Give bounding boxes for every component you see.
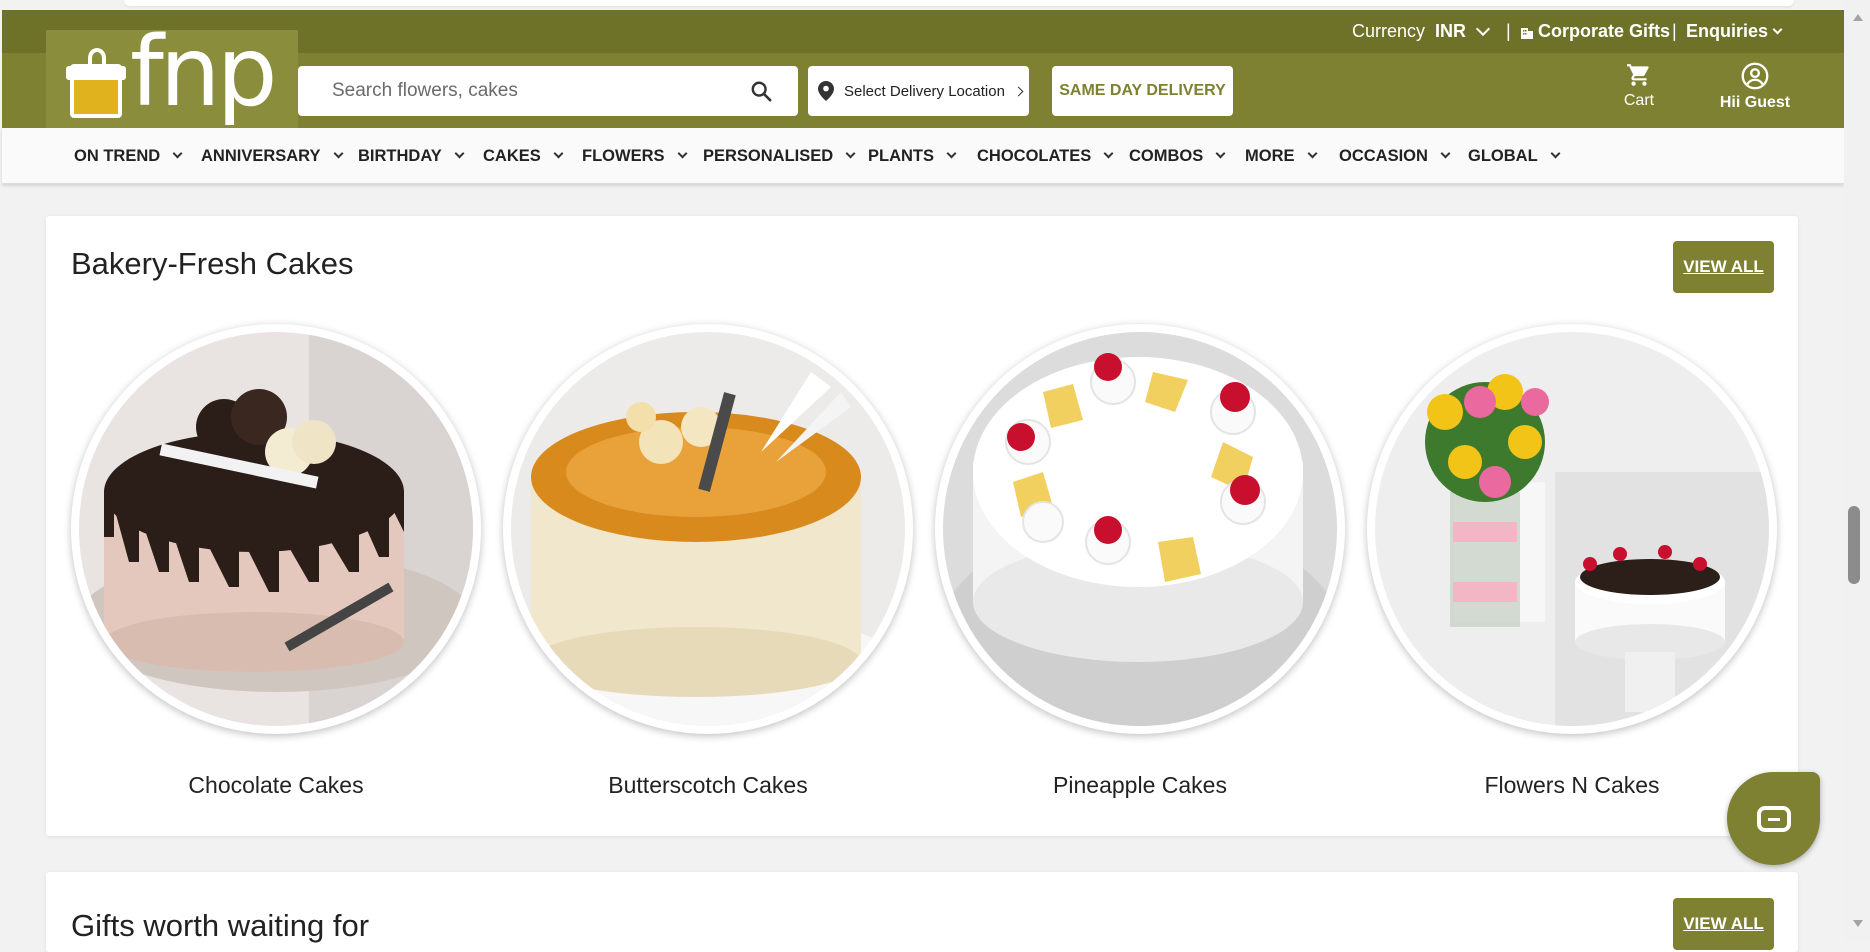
delivery-location-button[interactable]: Select Delivery Location <box>808 66 1029 116</box>
gifts-worth-waiting-section: Gifts worth waiting for VIEW ALL <box>46 872 1798 952</box>
chevron-down-icon <box>1550 148 1561 159</box>
chevron-down-icon <box>1772 24 1783 34</box>
nav-item-plants[interactable]: PLANTS <box>868 128 957 184</box>
nav-label: MORE <box>1245 147 1295 165</box>
same-day-delivery-button[interactable]: SAME DAY DELIVERY <box>1052 66 1233 116</box>
nav-label: OCCASION <box>1339 147 1428 165</box>
nav-item-birthday[interactable]: BIRTHDAY <box>358 128 465 184</box>
chat-widget-button[interactable] <box>1727 772 1820 865</box>
scroll-down-arrow-icon[interactable] <box>1853 920 1863 927</box>
bakery-fresh-cakes-section: Bakery-Fresh Cakes VIEW ALL Chocolate Ca… <box>46 216 1798 836</box>
enquiries-label: Enquiries <box>1686 21 1769 41</box>
category-card-butterscotch-cakes[interactable]: Butterscotch Cakes <box>503 324 913 799</box>
cart-icon <box>1627 64 1649 86</box>
nav-item-flowers[interactable]: FLOWERS <box>582 128 687 184</box>
nav-item-global[interactable]: GLOBAL <box>1468 128 1561 184</box>
nav-label: CAKES <box>483 147 541 165</box>
gift-lid <box>66 66 126 80</box>
building-icon <box>1521 27 1533 39</box>
chevron-down-icon <box>454 148 465 159</box>
view-all-button[interactable]: VIEW ALL <box>1673 241 1774 293</box>
category-name[interactable]: Pineapple Cakes <box>935 772 1345 799</box>
chat-icon <box>1757 806 1791 832</box>
nav-item-cakes[interactable]: CAKES <box>483 128 564 184</box>
category-image[interactable] <box>503 324 913 734</box>
cart-label: Cart <box>1623 92 1655 109</box>
scroll-up-arrow-icon[interactable] <box>1853 14 1863 21</box>
butterscotch-cake-image <box>511 332 905 726</box>
nav-label: COMBOS <box>1129 147 1204 165</box>
chevron-down-icon <box>1440 148 1451 159</box>
chevron-right-icon <box>1013 86 1024 96</box>
nav-item-personalised[interactable]: PERSONALISED <box>703 128 856 184</box>
nav-label: CHOCOLATES <box>977 147 1092 165</box>
scrollbar-thumb[interactable] <box>1848 506 1860 584</box>
view-all-button[interactable]: VIEW ALL <box>1673 898 1774 950</box>
currency-label: Currency <box>1352 21 1426 41</box>
corporate-gifts-link[interactable]: Corporate Gifts <box>1520 10 1670 53</box>
nav-item-chocolates[interactable]: CHOCOLATES <box>977 128 1114 184</box>
nav-item-more[interactable]: MORE <box>1245 128 1317 184</box>
nav-item-anniversary[interactable]: ANNIVERSARY <box>201 128 343 184</box>
main-nav: ON TREND ANNIVERSARY BIRTHDAY CAKES FLOW… <box>2 128 1844 184</box>
cart-button[interactable]: Cart <box>1618 62 1660 110</box>
currency-value: INR <box>1435 21 1467 41</box>
category-card-chocolate-cakes[interactable]: Chocolate Cakes <box>71 324 481 799</box>
scrollbar[interactable] <box>1844 0 1870 942</box>
divider: | <box>1506 21 1511 41</box>
nav-label: GLOBAL <box>1468 147 1538 165</box>
chevron-down-icon <box>946 148 957 159</box>
nav-item-combos[interactable]: COMBOS <box>1129 128 1226 184</box>
user-icon <box>1741 62 1769 90</box>
chevron-down-icon <box>845 148 856 159</box>
category-card-pineapple-cakes[interactable]: Pineapple Cakes <box>935 324 1345 799</box>
flowers-n-cakes-image <box>1375 332 1769 726</box>
category-image[interactable] <box>935 324 1345 734</box>
nav-label: PLANTS <box>868 147 934 165</box>
chevron-down-icon <box>1215 148 1226 159</box>
search-input[interactable] <box>298 66 738 116</box>
category-name[interactable]: Chocolate Cakes <box>71 772 481 799</box>
user-label: Hii Guest <box>1719 94 1791 111</box>
nav-label: PERSONALISED <box>703 147 834 165</box>
logo-text[interactable]: fnp <box>130 24 278 120</box>
category-image[interactable] <box>71 324 481 734</box>
chevron-down-icon <box>553 148 564 159</box>
divider: | <box>1672 21 1677 41</box>
chevron-down-icon <box>172 148 183 159</box>
nav-label: FLOWERS <box>582 147 665 165</box>
corporate-gifts-label: Corporate Gifts <box>1538 21 1671 41</box>
currency-selector[interactable]: Currency INR <box>1352 10 1491 53</box>
delivery-location-label: Select Delivery Location <box>844 82 1005 100</box>
category-image[interactable] <box>1367 324 1777 734</box>
location-pin-icon <box>818 81 834 101</box>
chevron-down-icon <box>1307 148 1317 159</box>
chevron-down-icon <box>1475 21 1491 36</box>
category-name[interactable]: Flowers N Cakes <box>1367 772 1777 799</box>
enquiries-dropdown[interactable]: Enquiries <box>1686 10 1783 53</box>
nav-label: BIRTHDAY <box>358 147 442 165</box>
search-icon[interactable] <box>750 80 772 102</box>
chevron-down-icon <box>1103 148 1114 159</box>
search-bar[interactable] <box>298 66 798 116</box>
account-button[interactable]: Hii Guest <box>1700 62 1810 112</box>
nav-label: ON TREND <box>74 147 161 165</box>
gift-bow <box>88 48 106 68</box>
previous-card-edge <box>124 0 1794 6</box>
nav-item-on-trend[interactable]: ON TREND <box>74 128 183 184</box>
chevron-down-icon <box>333 148 343 159</box>
pineapple-cake-image <box>943 332 1337 726</box>
category-card-flowers-n-cakes[interactable]: Flowers N Cakes <box>1367 324 1777 799</box>
category-name[interactable]: Butterscotch Cakes <box>503 772 913 799</box>
section-title: Gifts worth waiting for <box>71 908 370 943</box>
section-title: Bakery-Fresh Cakes <box>71 246 354 281</box>
nav-item-occasion[interactable]: OCCASION <box>1339 128 1451 184</box>
chevron-down-icon <box>677 148 687 159</box>
nav-label: ANNIVERSARY <box>201 147 321 165</box>
chocolate-cake-image <box>79 332 473 726</box>
